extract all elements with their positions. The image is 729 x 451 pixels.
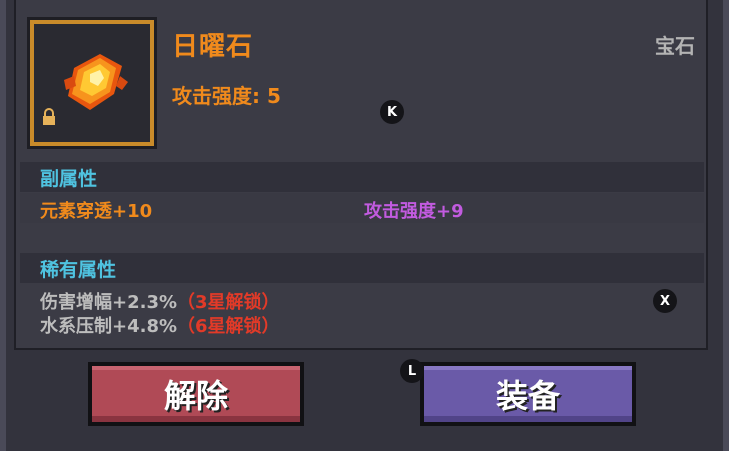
secondary-section-bar: [20, 162, 704, 192]
rare-stat-1-text: 伤害增幅+2.3%: [40, 292, 178, 313]
secondary-section-title: 副属性: [40, 168, 98, 190]
rare-stat-2: 水系压制+4.8%（6星解锁）: [40, 312, 280, 338]
key-hint-x: X: [653, 289, 677, 313]
rare-section-bar: [20, 253, 704, 283]
item-type: 宝石: [655, 34, 695, 58]
sunstone-gem-icon: [64, 54, 128, 110]
rare-section-title: 稀有属性: [40, 259, 117, 281]
rare-stat-2-text: 水系压制+4.8%: [40, 316, 178, 337]
key-hint-l: L: [400, 359, 424, 383]
remove-button[interactable]: 解除: [88, 362, 304, 426]
secondary-stat-element-penetration: 元素穿透+10: [40, 201, 153, 222]
equip-button[interactable]: 装备: [420, 362, 636, 426]
rare-stat-1-lock: （3星解锁）: [177, 292, 280, 313]
item-name: 日曜石: [172, 32, 254, 62]
secondary-stat-attack-power: 攻击强度+9: [364, 201, 464, 222]
rare-stat-2-lock: （6星解锁）: [177, 316, 280, 337]
key-hint-k: K: [380, 100, 404, 124]
main-stat: 攻击强度: 5: [172, 84, 281, 108]
item-icon-frame: [30, 20, 154, 146]
rare-stat-1: 伤害增幅+2.3%（3星解锁）: [40, 288, 280, 314]
lock-icon: [43, 108, 55, 125]
